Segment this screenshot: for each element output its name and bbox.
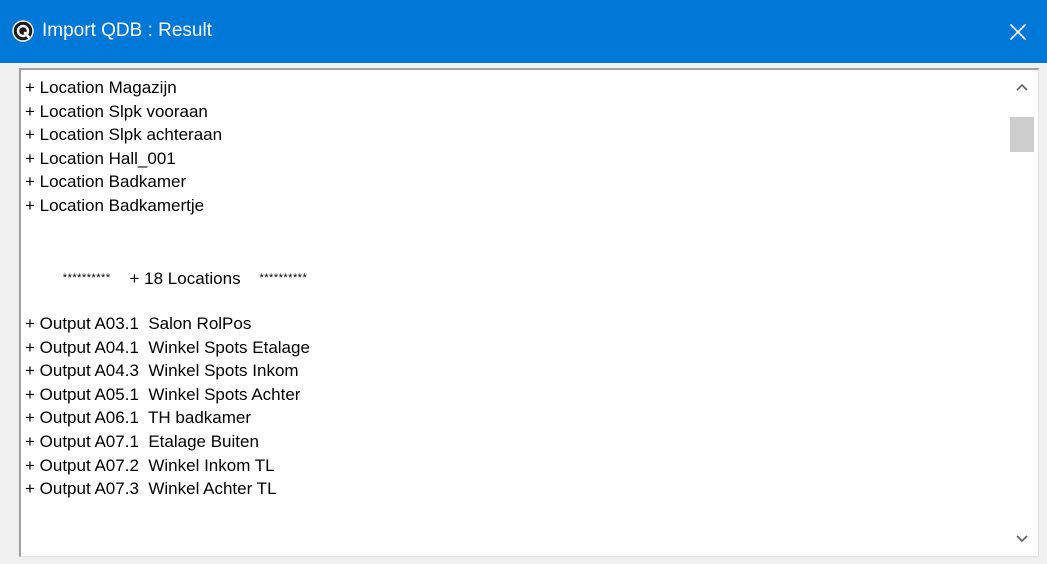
- chevron-up-icon: [1016, 78, 1028, 96]
- scroll-up-button[interactable]: [1006, 70, 1038, 104]
- close-button[interactable]: [989, 0, 1047, 63]
- result-line: + Location Hall_001: [25, 148, 176, 168]
- result-text-area[interactable]: + Location Magazijn + Location Slpk voor…: [25, 76, 1008, 556]
- scroll-thumb[interactable]: [1010, 117, 1034, 152]
- app-icon: [12, 20, 34, 42]
- vertical-scrollbar[interactable]: [1006, 70, 1038, 556]
- result-line: + Output A03.1 Salon RolPos: [25, 313, 252, 333]
- result-line: + Output A07.1 Etalage Buiten: [25, 431, 259, 451]
- summary-text: + 18 Locations: [129, 268, 241, 288]
- result-line: + Output A06.1 TH badkamer: [25, 408, 252, 428]
- close-icon: [1009, 23, 1027, 41]
- import-result-window: Import QDB : Result + Location Magazijn …: [0, 0, 1047, 564]
- result-line: + Output A04.1 Winkel Spots Etalage: [25, 337, 310, 357]
- result-line: + Location Slpk vooraan: [25, 101, 208, 121]
- summary-stars-left: **********: [62, 271, 111, 284]
- result-line: + Output A05.1 Winkel Spots Achter: [25, 384, 301, 404]
- scroll-down-button[interactable]: [1006, 522, 1038, 556]
- summary-stars-right: **********: [259, 271, 308, 284]
- chevron-down-icon: [1016, 530, 1028, 548]
- result-line: + Location Slpk achteraan: [25, 125, 223, 145]
- result-textbox[interactable]: + Location Magazijn + Location Slpk voor…: [19, 68, 1039, 557]
- summary-line: ********** + 18 Locations **********: [25, 237, 1008, 288]
- window-title: Import QDB : Result: [42, 20, 212, 41]
- result-line: + Output A07.3 Winkel Achter TL: [25, 479, 277, 499]
- result-line: + Location Magazijn: [25, 78, 177, 97]
- result-line: + Location Badkamer: [25, 172, 187, 192]
- title-bar[interactable]: Import QDB : Result: [0, 0, 1047, 63]
- result-line: + Output A04.3 Winkel Spots Inkom: [25, 361, 299, 381]
- result-line: + Output A07.2 Winkel Inkom TL: [25, 455, 275, 475]
- result-line: + Location Badkamertje: [25, 195, 205, 215]
